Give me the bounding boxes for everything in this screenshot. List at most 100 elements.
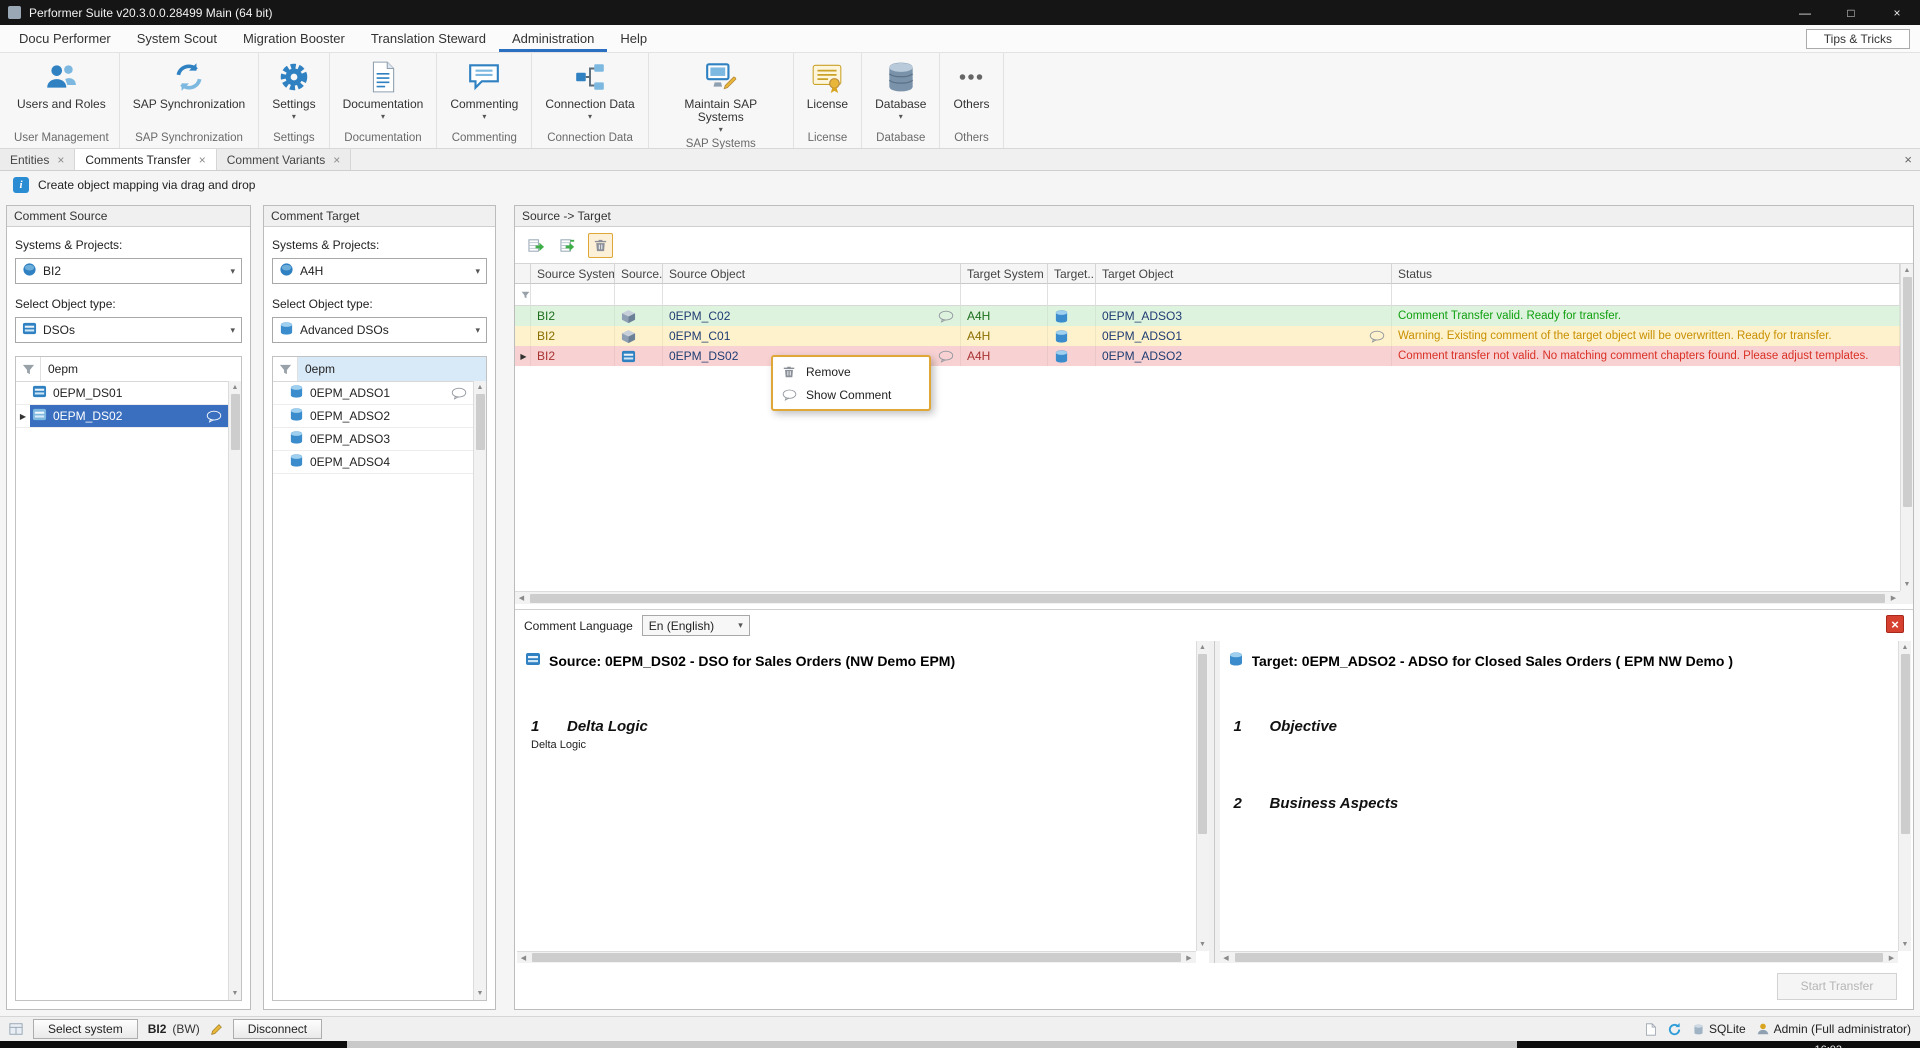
database-button[interactable]: Database ▾ [869, 57, 932, 122]
remove-mapping-button[interactable] [588, 233, 613, 258]
tab-entities[interactable]: Entities × [0, 149, 75, 170]
menu-docu-performer[interactable]: Docu Performer [6, 25, 124, 52]
target-list-scrollbar[interactable]: ▲ ▼ [473, 381, 486, 1000]
disconnect-button[interactable]: Disconnect [233, 1019, 322, 1039]
scroll-thumb[interactable] [231, 394, 240, 450]
list-item-0epm-ds02-selected[interactable]: ▶ 0EPM_DS02 [16, 405, 228, 428]
maximize-icon[interactable]: □ [1828, 0, 1874, 25]
col-target-type[interactable]: Target... [1048, 264, 1096, 284]
scroll-thumb[interactable] [1198, 654, 1207, 834]
license-button[interactable]: License [801, 57, 854, 112]
list-item-0epm-adso2[interactable]: 0EPM_ADSO2 [273, 405, 473, 428]
mapping-row-valid[interactable]: BI2 0EPM_C02 A4H 0EPM_ADSO3 Comment Tran… [515, 306, 1900, 326]
tab-close-icon[interactable]: × [333, 155, 340, 165]
tips-tricks-button[interactable]: Tips & Tricks [1806, 29, 1910, 49]
list-item-0epm-adso4[interactable]: 0EPM_ADSO4 [273, 451, 473, 474]
target-system-select[interactable]: A4H ▾ [272, 258, 487, 284]
target-preview-hscrollbar[interactable]: ◀ ▶ [1220, 951, 1899, 963]
maintain-sap-systems-button[interactable]: Maintain SAP Systems ▾ [656, 57, 786, 135]
scroll-left-icon[interactable]: ◀ [1220, 951, 1233, 963]
select-system-button[interactable]: Select system [33, 1019, 138, 1039]
menu-help[interactable]: Help [607, 25, 660, 52]
col-target-system[interactable]: Target System [961, 264, 1048, 284]
expander-icon[interactable]: ▶ [515, 346, 531, 366]
col-status[interactable]: Status [1392, 264, 1900, 284]
others-button[interactable]: Others [947, 57, 995, 112]
documentation-button[interactable]: Documentation ▾ [337, 57, 430, 122]
close-preview-button[interactable]: × [1886, 615, 1904, 633]
col-source-type[interactable]: Source... [615, 264, 663, 284]
connection-data-button[interactable]: Connection Data ▾ [539, 57, 640, 122]
menu-migration-booster[interactable]: Migration Booster [230, 25, 358, 52]
scroll-left-icon[interactable]: ◀ [515, 592, 528, 605]
pencil-icon[interactable] [210, 1023, 223, 1036]
cube-icon [615, 306, 663, 326]
mapping-table-hscrollbar[interactable]: ◀ ▶ [515, 591, 1900, 604]
scroll-right-icon[interactable]: ▶ [1887, 592, 1900, 605]
mapping-table-vscrollbar[interactable]: ▲ ▼ [1900, 264, 1913, 591]
sap-synchronization-button[interactable]: SAP Synchronization [127, 57, 252, 112]
settings-button[interactable]: Settings ▾ [266, 57, 321, 122]
tab-comments-transfer[interactable]: Comments Transfer × [75, 149, 216, 170]
source-object-type-select[interactable]: DSOs ▾ [15, 317, 242, 343]
col-source-object[interactable]: Source Object [663, 264, 961, 284]
scroll-thumb[interactable] [530, 594, 1885, 603]
menu-system-scout[interactable]: System Scout [124, 25, 230, 52]
target-object-type-select[interactable]: Advanced DSOs ▾ [272, 317, 487, 343]
scroll-thumb[interactable] [532, 953, 1181, 962]
minimize-icon[interactable]: — [1782, 0, 1828, 25]
target-filter-input[interactable]: 0epm [298, 357, 486, 381]
scroll-right-icon[interactable]: ▶ [1183, 951, 1196, 963]
transfer-single-button[interactable] [524, 233, 549, 258]
scroll-right-icon[interactable]: ▶ [1885, 951, 1898, 963]
col-source-system[interactable]: Source System [531, 264, 615, 284]
list-item-0epm-adso1[interactable]: 0EPM_ADSO1 [273, 382, 473, 405]
source-preview-hscrollbar[interactable]: ◀ ▶ [517, 951, 1196, 963]
source-list-scrollbar[interactable]: ▲ ▼ [228, 381, 241, 1000]
context-menu-remove[interactable]: Remove [775, 360, 927, 383]
preview-splitter[interactable] [1209, 641, 1220, 963]
close-icon[interactable]: × [1874, 0, 1920, 25]
target-preview-title: Target: 0EPM_ADSO2 - ADSO for Closed Sal… [1252, 653, 1734, 669]
scroll-down-icon[interactable]: ▼ [1902, 938, 1909, 951]
tabbar-close-icon[interactable]: × [1904, 149, 1912, 170]
start-transfer-button[interactable]: Start Transfer [1777, 973, 1897, 1000]
target-preview-vscrollbar[interactable]: ▲ ▼ [1898, 641, 1911, 951]
tab-comment-variants[interactable]: Comment Variants × [217, 149, 352, 170]
users-and-roles-button[interactable]: Users and Roles [11, 57, 112, 112]
scroll-down-icon[interactable]: ▼ [232, 987, 239, 1000]
tab-close-icon[interactable]: × [57, 155, 64, 165]
refresh-icon[interactable] [1667, 1022, 1682, 1037]
tab-close-icon[interactable]: × [199, 155, 206, 165]
scroll-down-icon[interactable]: ▼ [1199, 938, 1206, 951]
scroll-up-icon[interactable]: ▲ [1199, 641, 1206, 654]
scroll-up-icon[interactable]: ▲ [1902, 641, 1909, 654]
scroll-thumb[interactable] [1901, 654, 1910, 834]
page-icon[interactable] [1644, 1023, 1657, 1036]
scroll-up-icon[interactable]: ▲ [232, 381, 239, 394]
source-preview-vscrollbar[interactable]: ▲ ▼ [1196, 641, 1209, 951]
menu-administration[interactable]: Administration [499, 25, 607, 52]
list-item-0epm-ds01[interactable]: 0EPM_DS01 [16, 382, 228, 405]
mapping-row-warning[interactable]: BI2 0EPM_C01 A4H 0EPM_ADSO1 Warning. Exi… [515, 326, 1900, 346]
expander-icon[interactable]: ▶ [16, 405, 30, 427]
transfer-all-button[interactable] [556, 233, 581, 258]
menu-translation-steward[interactable]: Translation Steward [358, 25, 499, 52]
scroll-thumb[interactable] [476, 394, 485, 450]
scroll-down-icon[interactable]: ▼ [477, 987, 484, 1000]
source-filter-input[interactable]: 0epm [41, 357, 241, 381]
mapping-row-error[interactable]: ▶ BI2 0EPM_DS02 A4H 0EPM_ADSO2 Comment t… [515, 346, 1900, 366]
context-menu-show-comment[interactable]: Show Comment [775, 383, 927, 406]
filter-funnel-icon [16, 357, 41, 381]
source-system-select[interactable]: BI2 ▾ [15, 258, 242, 284]
scroll-up-icon[interactable]: ▲ [1904, 264, 1911, 277]
comment-language-select[interactable]: En (English) ▾ [642, 615, 750, 636]
commenting-button[interactable]: Commenting ▾ [444, 57, 524, 122]
scroll-thumb[interactable] [1903, 277, 1912, 507]
list-item-0epm-adso3[interactable]: 0EPM_ADSO3 [273, 428, 473, 451]
col-target-object[interactable]: Target Object [1096, 264, 1392, 284]
scroll-down-icon[interactable]: ▼ [1904, 578, 1911, 591]
scroll-up-icon[interactable]: ▲ [477, 381, 484, 394]
scroll-thumb[interactable] [1235, 953, 1884, 962]
scroll-left-icon[interactable]: ◀ [517, 951, 530, 963]
